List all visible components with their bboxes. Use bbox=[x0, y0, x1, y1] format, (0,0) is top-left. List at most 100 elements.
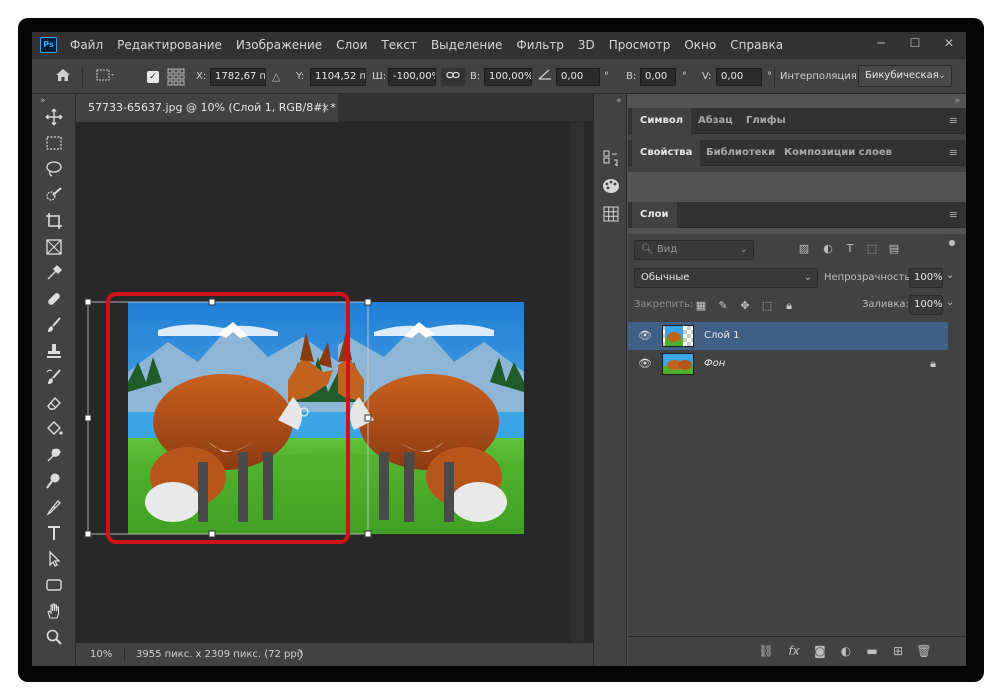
panel-menu-icon[interactable]: ≡ bbox=[949, 140, 958, 166]
paint-bucket-tool-icon[interactable] bbox=[40, 420, 68, 444]
width-percent-field[interactable]: -100,00% bbox=[388, 68, 436, 86]
layer-name[interactable]: Фон bbox=[704, 350, 725, 378]
rotation-angle-field[interactable]: 0,00 bbox=[556, 68, 600, 86]
document-tab[interactable]: 57733-65637.jpg @ 10% (Слой 1, RGB/8#) *… bbox=[76, 94, 338, 122]
panel-menu-icon[interactable]: ≡ bbox=[949, 108, 958, 134]
layer-filter-select[interactable]: 🔍︎ Вид ⌄ bbox=[634, 240, 754, 260]
chevron-down-icon[interactable]: ⌄ bbox=[946, 270, 954, 281]
filter-pixel-icon[interactable]: ▨ bbox=[796, 242, 812, 255]
menu-help[interactable]: Справка bbox=[723, 38, 790, 52]
visibility-eye-icon[interactable]: 👁︎ bbox=[638, 329, 652, 342]
menu-filter[interactable]: Фильтр bbox=[509, 38, 570, 52]
tab-glyphs[interactable]: Глифы bbox=[738, 108, 794, 134]
close-document-icon[interactable]: × bbox=[321, 94, 330, 122]
frame-tool-icon[interactable] bbox=[40, 238, 68, 262]
relative-position-icon[interactable]: △ bbox=[272, 68, 280, 86]
clone-stamp-tool-icon[interactable] bbox=[40, 342, 68, 366]
menu-select[interactable]: Выделение bbox=[424, 38, 509, 52]
collapse-panels-icon[interactable]: » bbox=[954, 96, 960, 106]
new-layer-icon[interactable]: ⊞ bbox=[890, 644, 906, 658]
reference-point-grid-icon[interactable] bbox=[165, 68, 187, 86]
blend-mode-select[interactable]: Обычные ⌄ bbox=[634, 268, 818, 288]
rectangle-tool-icon[interactable] bbox=[40, 576, 68, 600]
dodge-tool-icon[interactable] bbox=[40, 472, 68, 496]
lasso-tool-icon[interactable] bbox=[40, 160, 68, 184]
status-menu-arrow[interactable]: 〉 bbox=[298, 643, 310, 666]
chevron-down-icon[interactable]: ⌄ bbox=[946, 297, 954, 308]
smudge-tool-icon[interactable] bbox=[40, 446, 68, 470]
trash-icon[interactable]: 🗑︎ bbox=[916, 644, 932, 658]
fx-icon[interactable]: fx bbox=[786, 644, 802, 658]
layer-name[interactable]: Слой 1 bbox=[704, 322, 740, 350]
menu-view[interactable]: Просмотр bbox=[602, 38, 678, 52]
new-group-icon[interactable]: ▬ bbox=[864, 644, 880, 658]
link-layers-icon[interactable]: ⛓︎ bbox=[758, 644, 774, 658]
layer-row[interactable]: 👁︎ Фон 🔒︎ bbox=[628, 350, 948, 378]
menu-image[interactable]: Изображение bbox=[229, 38, 329, 52]
panel-menu-icon[interactable]: ≡ bbox=[949, 202, 958, 228]
layer-row[interactable]: 👁︎ Слой 1 bbox=[628, 322, 948, 350]
pen-tool-icon[interactable] bbox=[40, 498, 68, 522]
filter-type-icon[interactable]: T bbox=[842, 242, 858, 255]
hand-tool-icon[interactable] bbox=[40, 602, 68, 626]
lock-position-icon[interactable]: ✥ bbox=[738, 299, 752, 312]
adjustment-layer-icon[interactable]: ◐ bbox=[838, 644, 854, 658]
maximize-button[interactable]: ☐ bbox=[898, 32, 932, 54]
expand-panels-icon[interactable]: « bbox=[616, 96, 622, 106]
home-icon[interactable] bbox=[52, 68, 74, 86]
healing-brush-tool-icon[interactable] bbox=[40, 290, 68, 314]
minimize-button[interactable]: ─ bbox=[864, 32, 898, 54]
crop-tool-icon[interactable] bbox=[40, 212, 68, 236]
tab-character[interactable]: Символ bbox=[632, 108, 692, 134]
horizontal-skew-field[interactable]: 0,00 bbox=[640, 68, 676, 86]
vertical-skew-field[interactable]: 0,00 bbox=[716, 68, 762, 86]
x-position-field[interactable]: 1782,67 пі bbox=[210, 68, 266, 86]
brush-tool-icon[interactable] bbox=[40, 316, 68, 340]
path-selection-tool-icon[interactable] bbox=[40, 550, 68, 574]
lock-icon[interactable]: 🔒︎ bbox=[930, 357, 936, 371]
tab-properties[interactable]: Свойства bbox=[632, 140, 701, 166]
menu-text[interactable]: Текст bbox=[374, 38, 424, 52]
lock-all-icon[interactable]: 🔒︎ bbox=[782, 299, 796, 313]
transform-tool-preset-icon[interactable] bbox=[92, 68, 118, 86]
add-mask-icon[interactable]: ◙ bbox=[812, 644, 828, 658]
filter-adjustment-icon[interactable]: ◐ bbox=[820, 242, 836, 255]
zoom-level[interactable]: 10% bbox=[90, 643, 112, 666]
move-tool-icon[interactable] bbox=[40, 108, 68, 132]
history-panel-icon[interactable] bbox=[601, 150, 621, 170]
reference-point-checkbox[interactable]: ✓ bbox=[147, 71, 159, 83]
chain-link-icon[interactable] bbox=[441, 68, 465, 86]
filter-smart-object-icon[interactable]: ▤ bbox=[886, 242, 902, 255]
zoom-tool-icon[interactable] bbox=[40, 628, 68, 652]
menu-3d[interactable]: 3D bbox=[571, 38, 602, 52]
lock-image-icon[interactable]: ✎ bbox=[716, 299, 730, 312]
canvas-area[interactable] bbox=[76, 122, 621, 642]
tab-layers[interactable]: Слои bbox=[632, 202, 677, 228]
menu-layers[interactable]: Слои bbox=[329, 38, 374, 52]
type-tool-icon[interactable] bbox=[40, 524, 68, 548]
y-position-field[interactable]: 1104,52 пі bbox=[310, 68, 366, 86]
menu-file[interactable]: Файл bbox=[63, 38, 110, 52]
menu-window[interactable]: Окно bbox=[677, 38, 723, 52]
history-brush-tool-icon[interactable] bbox=[40, 368, 68, 392]
lock-transparent-icon[interactable]: ▦ bbox=[694, 299, 708, 312]
filter-toggle-icon[interactable]: ● bbox=[944, 238, 960, 247]
marquee-tool-icon[interactable] bbox=[40, 134, 68, 158]
close-window-button[interactable]: ✕ bbox=[932, 32, 966, 54]
document-canvas[interactable] bbox=[76, 122, 621, 642]
eraser-tool-icon[interactable] bbox=[40, 394, 68, 418]
color-palette-icon[interactable] bbox=[601, 178, 621, 198]
filter-shape-icon[interactable]: ⬚ bbox=[864, 242, 880, 255]
tab-layer-comps[interactable]: Композиции слоев bbox=[776, 140, 900, 166]
quick-selection-tool-icon[interactable] bbox=[40, 186, 68, 210]
vertical-scrollbar[interactable] bbox=[571, 122, 584, 642]
visibility-eye-icon[interactable]: 👁︎ bbox=[638, 357, 652, 370]
menu-edit[interactable]: Редактирование bbox=[110, 38, 229, 52]
opacity-field[interactable]: 100% bbox=[909, 268, 943, 288]
swatches-grid-icon[interactable] bbox=[601, 206, 621, 226]
eyedropper-tool-icon[interactable] bbox=[40, 264, 68, 288]
tab-libraries[interactable]: Библиотеки bbox=[698, 140, 783, 166]
tab-paragraph[interactable]: Абзац bbox=[690, 108, 741, 134]
height-percent-field[interactable]: 100,00% bbox=[484, 68, 532, 86]
fill-field[interactable]: 100% bbox=[909, 295, 943, 315]
